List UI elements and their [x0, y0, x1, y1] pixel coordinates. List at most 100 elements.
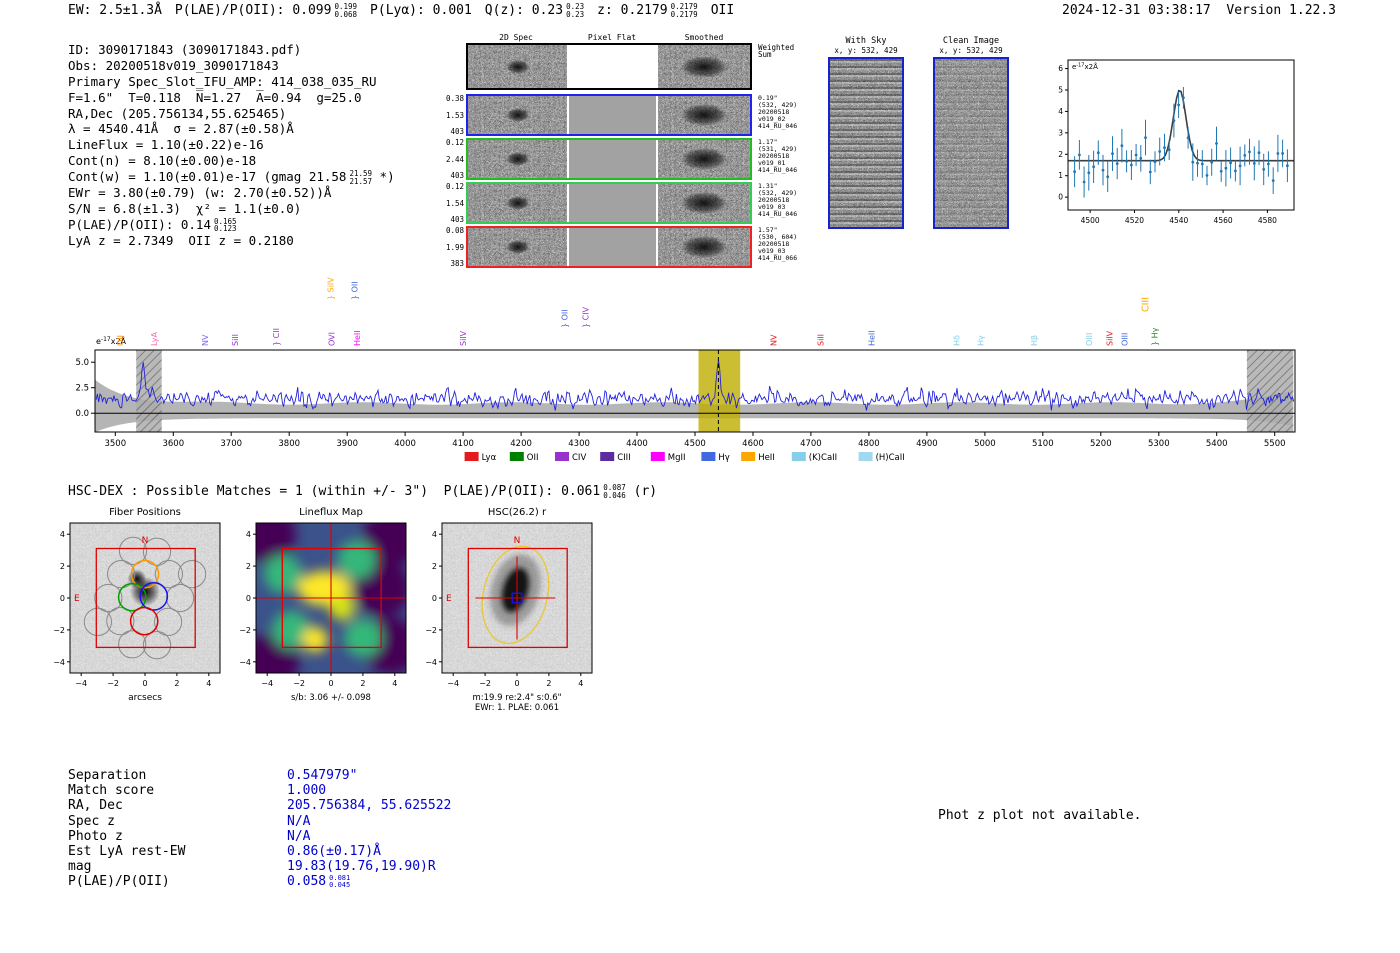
text-run: ID: 3090171843 (3090171843.pdf): [68, 42, 301, 57]
spectral-line-label: } CII: [272, 328, 281, 346]
lower-value: 21.57: [349, 176, 373, 186]
data-point: [1191, 160, 1195, 164]
match-value-text: N/A: [287, 813, 311, 829]
spec2d-cell-spec: [468, 228, 567, 266]
spec2d-stat-value: 2.44: [446, 154, 465, 164]
info-line: Cont(w) = 1.10(±0.01)e-17 (gmag 21.58 21.…: [68, 169, 408, 185]
spec2d-stat-value: 403: [450, 171, 464, 180]
text-main: Obs: 20200518v019_3090171843: [68, 57, 279, 73]
spec2d-cell-smooth: [658, 228, 750, 266]
match-label: Match score: [68, 783, 155, 799]
masked-band: [1246, 350, 1294, 432]
gaussian-fit-curve: [1068, 89, 1294, 162]
compass-north: N: [142, 536, 149, 546]
spectral-line-label: } SiIV: [326, 277, 335, 300]
data-point: [1243, 154, 1247, 157]
spec2d-row-annotation: 1.17" (531, 429) 20200518 v019_01 414_RU_046: [758, 139, 806, 174]
text-main: F=1.6" T=0.118 N̅=1.27 A̅=0.94 g=25.0: [68, 89, 362, 105]
stacked-uncertainty: 21.59 21.57: [349, 170, 372, 185]
text-main: S/N = 6.8(±1.3) χ² = 1.1(±0.0): [68, 200, 302, 216]
match-label: P(LAE)/P(OII): [68, 874, 170, 890]
data-point: [1276, 152, 1280, 155]
data-point: [1092, 165, 1095, 169]
match-table: Separation 0.547979" Match score 1.000 RA, D…: [68, 768, 451, 890]
data-point: [1281, 152, 1284, 155]
spec2d-cell-smooth: [658, 184, 750, 222]
data-point: [1101, 168, 1105, 172]
data-point: [1115, 162, 1119, 165]
spec2d-cell-flat: [569, 184, 656, 222]
text-main: EW: 2.5±1.3Å: [68, 3, 162, 18]
text-main: LineFlux = 1.10(±0.22)e-16: [68, 137, 264, 153]
data-point: [1153, 160, 1157, 164]
y-tick-label: 0: [432, 594, 437, 603]
data-point: [1182, 96, 1185, 100]
smoothed-blob: [674, 233, 734, 261]
header-gap: [1211, 3, 1227, 18]
fiber-stripes: [935, 59, 1007, 227]
text-main: OII: [710, 3, 735, 18]
stamp-image: [828, 57, 904, 229]
legend-label: OII: [527, 453, 539, 463]
annotation-line: 414_RU_046: [758, 122, 798, 130]
x-tick-label: 4580: [1258, 216, 1277, 225]
match-value: 1.000: [287, 783, 326, 798]
spec2d-stat-value: 1.99: [446, 242, 465, 252]
legend-swatch: [509, 452, 524, 461]
spectral-line-label: Hγ: [977, 335, 986, 346]
photz-note: Phot z plot not available.: [938, 808, 1142, 823]
info-line: Cont(n) = 8.10(±0.00)e-18: [68, 153, 408, 169]
legend-label: Hγ: [718, 453, 729, 463]
y-tick-label: 1: [1058, 171, 1063, 180]
spec2d-stat-value: 1.53: [446, 110, 465, 120]
legend-label: MgII: [668, 453, 686, 463]
legend-swatch: [741, 452, 756, 461]
y-tick-label: 2.5: [75, 384, 89, 394]
x-tick-label: 4300: [568, 439, 590, 449]
spec2d-cell-flat: [569, 140, 656, 178]
match-value: 0.547979": [287, 768, 357, 783]
data-point: [1134, 153, 1138, 157]
spec2d-row-stats: 0.12 1.54 403: [446, 182, 464, 224]
spec2d-col-header: Pixel Flat: [587, 33, 637, 42]
spectral-line-label: SiIV: [459, 330, 468, 346]
match-value-text: 1.000: [287, 783, 327, 799]
detection-highlight-band: [698, 350, 741, 432]
spec2d-row-stats: 0.38 1.53 403: [446, 94, 464, 136]
data-point: [1267, 162, 1270, 166]
text-main: P(LAE)/P(OII): 0.14: [68, 216, 211, 232]
match-row: P(LAE)/P(OII) 0.058 0.081 0.045: [68, 874, 451, 889]
data-point: [1073, 170, 1076, 174]
text-run: z: 0.2179 0.2179 0.2179: [597, 3, 698, 18]
spec2d-stat-value: 0.12: [446, 138, 465, 147]
match-value: 205.756384, 55.625522: [287, 798, 451, 813]
x-tick-label: 3600: [162, 439, 184, 449]
header-stats-row: EW: 2.5±1.3Å P(LAE)/P(OII): 0.099 0.199 0.0…: [68, 3, 747, 18]
stacked-uncertainty: 0.2179 0.2179: [671, 3, 698, 18]
y-tick-label: 4: [1058, 107, 1063, 116]
spec2d-row: [466, 182, 752, 224]
text-main: z: 0.2179: [597, 3, 668, 18]
stacked-uncertainty: 0.081 0.045: [329, 873, 351, 889]
spec2d-cell-flat: [569, 96, 656, 134]
x-tick-label: 5200: [1090, 439, 1112, 449]
x-tick-label: 2: [360, 679, 365, 688]
legend-label: Lyα: [482, 453, 497, 463]
text-run: Cont(w) = 1.10(±0.01)e-17 (gmag 21.58 21.…: [68, 169, 395, 185]
x-tick-label: 5000: [974, 439, 996, 449]
data-point: [1087, 171, 1091, 175]
annotation-line: 414_RU_046: [758, 210, 798, 218]
match-label: mag: [68, 859, 92, 875]
text-run: EWr = 3.80(±0.79) (w: 2.70(±0.52))Å: [68, 185, 331, 200]
y-tick-label: 2: [1058, 150, 1063, 159]
data-point: [1286, 164, 1289, 168]
legend-swatch: [650, 452, 665, 461]
data-point: [1200, 162, 1204, 166]
text-main: Cont(n) = 8.10(±0.00)e-18: [68, 153, 257, 169]
spec2d-row: [466, 43, 752, 90]
y-tick-label: 2: [432, 562, 437, 571]
y-tick-label: 4: [60, 530, 65, 539]
info-line: P(LAE)/P(OII): 0.14 0.165 0.123: [68, 217, 408, 233]
x-tick-label: 2: [174, 679, 179, 688]
spec2d-stat-value: 0.12: [446, 182, 465, 191]
